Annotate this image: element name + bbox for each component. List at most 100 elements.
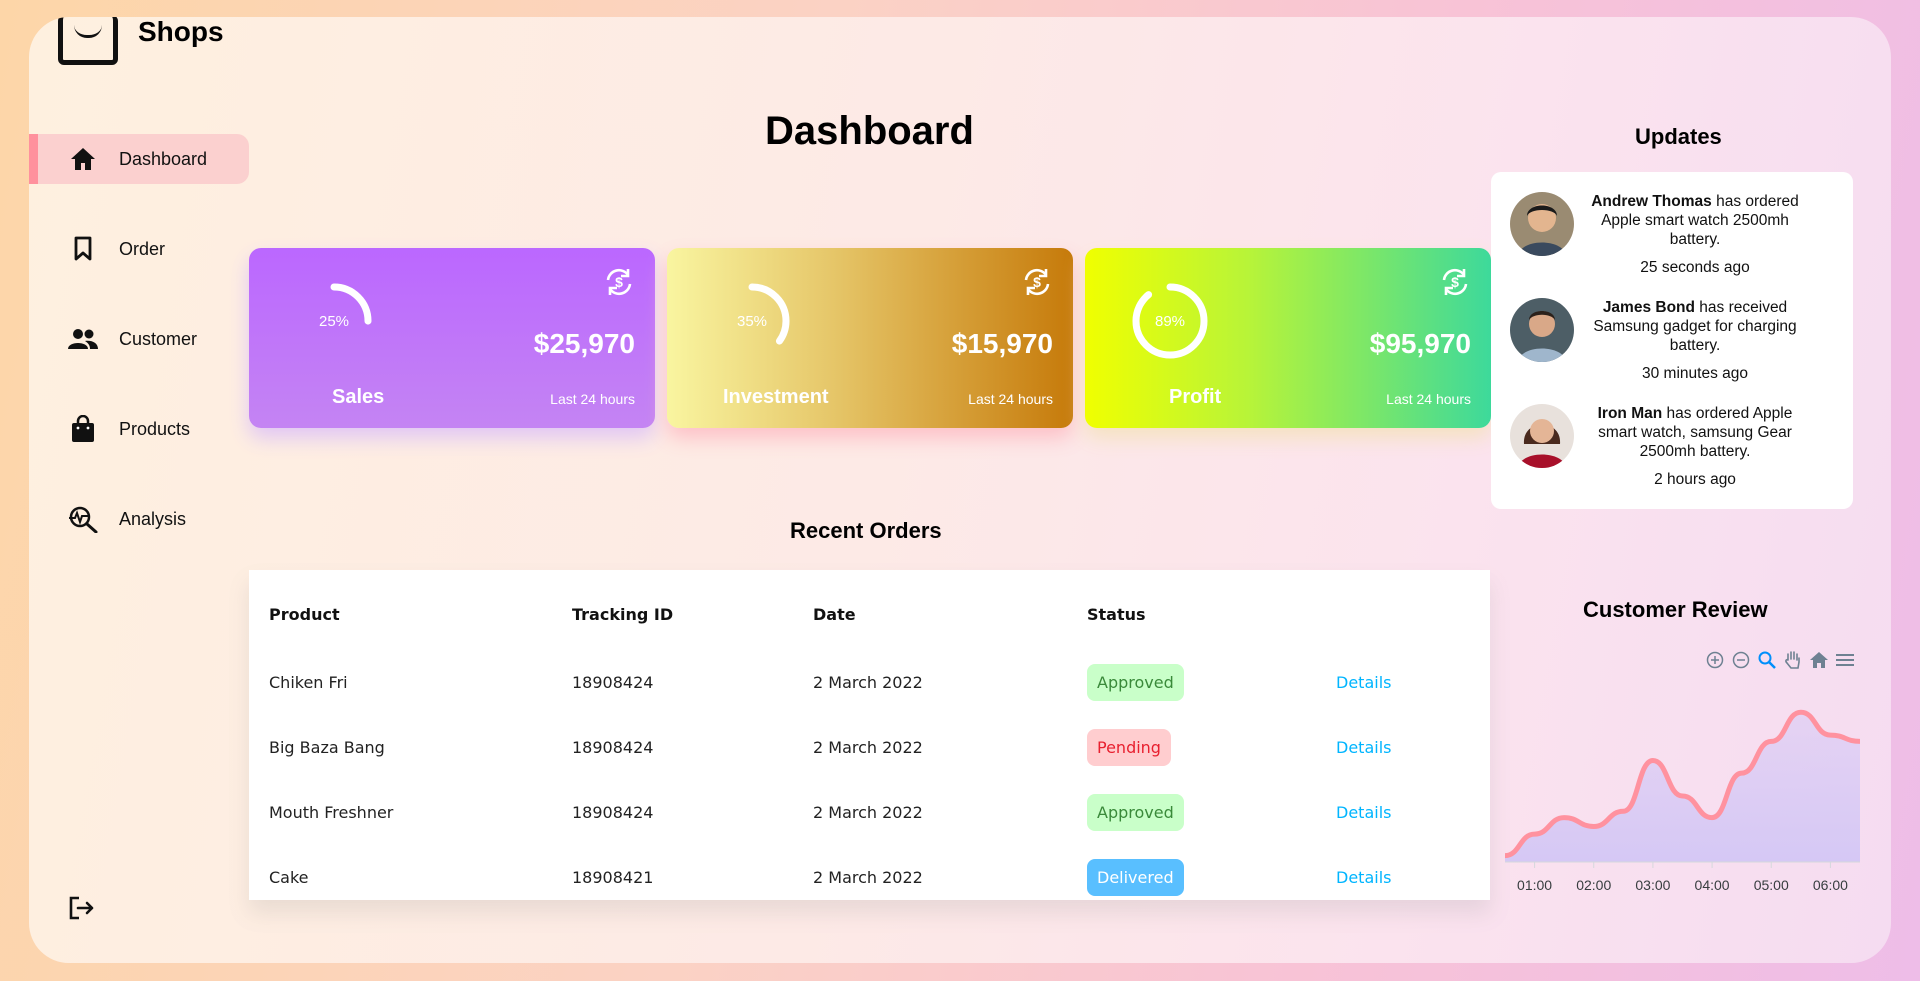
sidebar-item-products[interactable]: Products [29, 404, 249, 454]
card-percent: 35% [736, 312, 768, 330]
tracking-cell: 18908424 [572, 803, 654, 822]
sidebar-item-order[interactable]: Order [29, 224, 249, 274]
update-user: Andrew Thomas [1591, 193, 1712, 210]
sidebar-item-label: Customer [119, 328, 198, 349]
date-cell: 2 March 2022 [813, 803, 923, 822]
product-cell: Big Baza Bang [269, 738, 385, 757]
dollar-refresh-icon: $ [1021, 266, 1053, 298]
card-name: Sales [332, 386, 385, 408]
sidebar-item-customer[interactable]: Customer [29, 314, 249, 364]
update-time: 25 seconds ago [1640, 259, 1750, 276]
card-value: $25,970 [533, 328, 635, 359]
product-cell: Cake [269, 868, 309, 887]
card-name: Profit [1169, 386, 1222, 408]
status-badge: Pending [1087, 729, 1171, 766]
card-subtitle: Last 24 hours [550, 391, 635, 407]
x-tick-label: 04:00 [1695, 877, 1730, 893]
column-header-tracking: Tracking ID [572, 605, 674, 624]
update-item: Andrew Thomas has ordered Apple smart wa… [1510, 192, 1840, 282]
status-badge: Approved [1087, 794, 1184, 831]
people-icon [68, 324, 98, 354]
date-cell: 2 March 2022 [813, 673, 923, 692]
x-tick-label: 02:00 [1576, 877, 1611, 893]
table-header-row: Product Tracking ID Date Status [249, 582, 1490, 647]
card-subtitle: Last 24 hours [1386, 391, 1471, 407]
avatar [1510, 192, 1574, 256]
details-link[interactable]: Details [1336, 738, 1391, 757]
table-row: Mouth Freshner 18908424 2 March 2022 App… [249, 780, 1490, 845]
avatar [1510, 404, 1574, 468]
table-row: Chiken Fri 18908424 2 March 2022 Approve… [249, 650, 1490, 715]
sidebar-item-analysis[interactable]: Analysis [29, 494, 249, 544]
date-cell: 2 March 2022 [813, 868, 923, 887]
home-icon [68, 144, 98, 174]
x-tick-label: 01:00 [1517, 877, 1552, 893]
series-area [1505, 712, 1860, 862]
details-link[interactable]: Details [1336, 673, 1391, 692]
bookmark-icon [68, 234, 98, 264]
x-tick-label: 05:00 [1754, 877, 1789, 893]
update-user: James Bond [1602, 299, 1695, 316]
sidebar-item-dashboard[interactable]: Dashboard [29, 134, 249, 184]
product-cell: Chiken Fri [269, 673, 348, 692]
update-time: 30 minutes ago [1642, 365, 1748, 382]
details-link[interactable]: Details [1336, 868, 1391, 887]
sidebar-item-label: Products [119, 418, 191, 439]
summary-cards: 25% Sales $25,970 Last 24 hours $ 35% In… [249, 248, 1491, 428]
sidebar: Dashboard Order Customer Products Analys… [29, 134, 249, 584]
analysis-icon [68, 504, 98, 534]
sidebar-item-label: Order [119, 238, 166, 259]
card-percent: 89% [1154, 312, 1186, 330]
status-badge: Approved [1087, 664, 1184, 701]
x-tick-label: 06:00 [1813, 877, 1848, 893]
date-cell: 2 March 2022 [813, 738, 923, 757]
x-tick-label: 03:00 [1635, 877, 1670, 893]
table-row: Big Baza Bang 18908424 2 March 2022 Pend… [249, 715, 1490, 780]
tracking-cell: 18908421 [572, 868, 654, 887]
card-profit[interactable]: 89% Profit $95,970 Last 24 hours $ [1085, 248, 1491, 428]
tracking-cell: 18908424 [572, 738, 654, 757]
table-row: Cake 18908421 2 March 2022 Delivered Det… [249, 845, 1490, 910]
dollar-refresh-icon: $ [603, 266, 635, 298]
card-value: $15,970 [951, 328, 1053, 359]
recent-orders-title: Recent Orders [790, 518, 942, 543]
customer-review-chart: 01:00 02:00 03:00 04:00 05:00 06:00 [1505, 709, 1860, 893]
brand: Shops [58, 17, 224, 65]
update-text: Iron Man has ordered Apple smart watch, … [1590, 404, 1800, 489]
card-value: $95,970 [1369, 328, 1471, 359]
update-item: Iron Man has ordered Apple smart watch, … [1510, 404, 1840, 494]
column-header-product: Product [269, 605, 340, 624]
column-header-status: Status [1087, 605, 1146, 624]
status-badge: Delivered [1087, 859, 1184, 896]
svg-text:$: $ [1451, 274, 1459, 290]
card-name: Investment [723, 386, 829, 408]
update-text: Andrew Thomas has ordered Apple smart wa… [1590, 192, 1800, 277]
page-title: Dashboard [765, 109, 974, 153]
update-user: Iron Man [1597, 405, 1663, 422]
details-link[interactable]: Details [1336, 803, 1391, 822]
tracking-cell: 18908424 [572, 673, 654, 692]
sidebar-item-label: Analysis [119, 508, 187, 529]
dollar-refresh-icon: $ [1439, 266, 1471, 298]
svg-text:$: $ [615, 274, 623, 290]
sidebar-item-label: Dashboard [119, 148, 208, 169]
brand-name: Shops [138, 17, 224, 47]
column-header-date: Date [813, 605, 856, 624]
card-subtitle: Last 24 hours [968, 391, 1053, 407]
updates-title: Updates [1635, 124, 1722, 149]
update-text: James Bond has received Samsung gadget f… [1590, 298, 1800, 383]
update-time: 2 hours ago [1654, 471, 1736, 488]
update-item: James Bond has received Samsung gadget f… [1510, 298, 1840, 388]
avatar [1510, 298, 1574, 362]
shopping-bag-icon [68, 414, 98, 444]
card-investment[interactable]: 35% Investment $15,970 Last 24 hours $ [667, 248, 1073, 428]
orders-table: Product Tracking ID Date Status Chiken F… [249, 570, 1490, 900]
customer-review-title: Customer Review [1583, 597, 1768, 622]
svg-text:$: $ [1033, 274, 1041, 290]
app-window: Shops Dashboard Order Customer Products [29, 17, 1891, 963]
shop-logo-icon [58, 17, 118, 65]
logout-icon[interactable] [68, 895, 98, 925]
product-cell: Mouth Freshner [269, 803, 394, 822]
updates-panel: Andrew Thomas has ordered Apple smart wa… [1491, 172, 1853, 509]
card-sales[interactable]: 25% Sales $25,970 Last 24 hours $ [249, 248, 655, 428]
